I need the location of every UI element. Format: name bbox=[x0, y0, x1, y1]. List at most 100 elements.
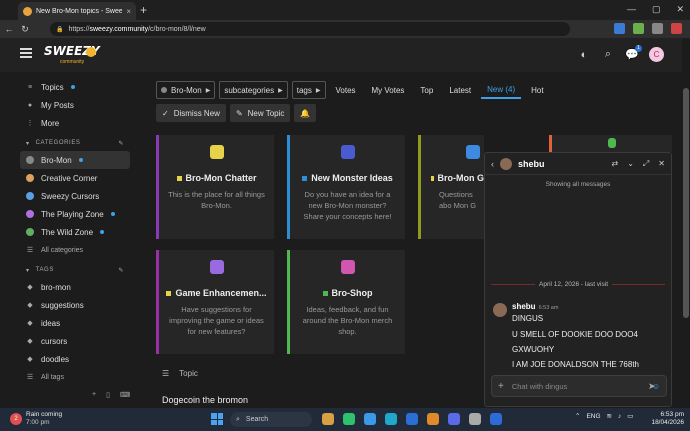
plus-icon[interactable]: + bbox=[498, 381, 504, 392]
app-icon[interactable] bbox=[490, 413, 502, 425]
phone-icon[interactable]: ▯ bbox=[106, 391, 110, 399]
threads-icon[interactable]: ⇄ bbox=[611, 159, 618, 169]
sidebar-item-topics[interactable]: ≡ Topics bbox=[20, 78, 130, 96]
windows-start-icon[interactable] bbox=[211, 413, 223, 425]
scrollbar-thumb[interactable] bbox=[683, 88, 689, 318]
topic-title-link[interactable]: Dogecoin the bromon bbox=[162, 395, 248, 405]
sidebar-item-more[interactable]: ⋮ More bbox=[20, 114, 130, 132]
app-icon[interactable] bbox=[448, 413, 460, 425]
avatar[interactable] bbox=[493, 303, 507, 317]
chat-header: ‹ shebu ⇄ ⌄ ⤢ ✕ bbox=[485, 153, 671, 175]
tags-dropdown[interactable]: tags ▶ bbox=[291, 81, 326, 99]
app-icon[interactable] bbox=[343, 413, 355, 425]
chat-input[interactable]: Chat with dingus bbox=[512, 382, 644, 391]
chat-icon[interactable]: 💬 1 bbox=[625, 44, 642, 62]
card-title-text: Bro-Mon G bbox=[437, 173, 485, 183]
extension-icon[interactable] bbox=[633, 23, 644, 34]
avatar[interactable] bbox=[500, 157, 512, 170]
sidebar-section-categories[interactable]: ▾ CATEGORIES ✎ bbox=[20, 135, 130, 151]
sidebar-all-tags[interactable]: ☰ All tags bbox=[20, 368, 130, 386]
theme-toggle-icon[interactable]: ◐ bbox=[577, 48, 591, 62]
category-card-game-enhancements[interactable]: Game Enhancemen... Have suggestions for … bbox=[156, 250, 274, 354]
app-icon[interactable] bbox=[406, 413, 418, 425]
sidebar-tag-doodles[interactable]: ◆ doodles bbox=[20, 350, 130, 368]
column-header[interactable]: Topic bbox=[179, 369, 198, 378]
url-field[interactable]: 🔒 https://sweezy.community/c/bro-mon/8/l… bbox=[50, 22, 570, 36]
weather-widget[interactable]: 2 Rain coming 7:00 pm bbox=[10, 411, 62, 427]
battery-icon[interactable]: ▭ bbox=[627, 412, 633, 420]
subcategories-dropdown[interactable]: subcategories ▶ bbox=[219, 81, 288, 99]
app-icon[interactable] bbox=[469, 413, 481, 425]
search-icon[interactable]: ⌕ bbox=[601, 48, 615, 62]
nav-latest[interactable]: Latest bbox=[443, 81, 477, 99]
taskbar-clock[interactable]: 6:53 pm 18/04/2026 bbox=[651, 411, 684, 428]
category-card-partial[interactable] bbox=[549, 135, 672, 152]
message-author[interactable]: shebu 6:53 am bbox=[512, 302, 558, 311]
category-card-bro-shop[interactable]: Bro-Shop Ideas, feedback, and fun around… bbox=[287, 250, 405, 354]
volume-icon[interactable]: ♪ bbox=[618, 413, 621, 420]
app-icon[interactable] bbox=[364, 413, 376, 425]
close-window-button[interactable]: ✕ bbox=[676, 4, 684, 15]
sidebar-item-label: More bbox=[41, 118, 60, 128]
sidebar-all-categories[interactable]: ☰ All categories bbox=[20, 241, 130, 259]
chevron-left-icon[interactable]: ‹ bbox=[491, 159, 494, 169]
reload-button[interactable]: ↻ bbox=[18, 24, 32, 35]
caret-right-icon: ▶ bbox=[205, 87, 211, 94]
notifications-button[interactable]: 🔔 bbox=[294, 104, 317, 122]
profile-icon[interactable] bbox=[671, 23, 682, 34]
nav-top[interactable]: Top bbox=[414, 81, 439, 99]
app-icon[interactable] bbox=[427, 413, 439, 425]
minimize-button[interactable]: — bbox=[627, 4, 636, 15]
category-dropdown[interactable]: Bro-Mon ▶ bbox=[156, 81, 216, 99]
nav-new[interactable]: New (4) bbox=[481, 81, 522, 99]
sidebar-item-my-posts[interactable]: ● My Posts bbox=[20, 96, 130, 114]
sidebar-tag-cursors[interactable]: ◆ cursors bbox=[20, 332, 130, 350]
category-card-bro-mon-g[interactable]: Bro-Mon G Questions abo Mon G bbox=[418, 135, 484, 239]
maximize-button[interactable]: ▢ bbox=[652, 4, 661, 15]
nav-hot[interactable]: Hot bbox=[525, 81, 549, 99]
user-avatar[interactable]: C bbox=[649, 47, 664, 62]
extension-icon[interactable] bbox=[652, 23, 663, 34]
category-card-chatter[interactable]: Bro-Mon Chatter This is the place for al… bbox=[156, 135, 274, 239]
collapse-icon[interactable]: ⌄ bbox=[627, 159, 634, 169]
sidebar-item-bro-mon[interactable]: Bro-Mon bbox=[20, 151, 130, 169]
chevron-up-icon[interactable]: ⌃ bbox=[575, 412, 580, 420]
page-scrollbar[interactable] bbox=[682, 38, 690, 408]
sidebar-item-creative-corner[interactable]: Creative Corner bbox=[20, 169, 130, 187]
language-indicator[interactable]: ENG bbox=[586, 413, 600, 420]
wifi-icon[interactable]: ≋ bbox=[607, 412, 612, 420]
card-title: Game Enhancemen... bbox=[159, 288, 274, 298]
expand-icon[interactable]: ⤢ bbox=[643, 159, 649, 169]
app-icon[interactable] bbox=[322, 413, 334, 425]
sidebar-item-sweezy-cursors[interactable]: Sweezy Cursors bbox=[20, 187, 130, 205]
sidebar-tag-suggestions[interactable]: ◆ suggestions bbox=[20, 296, 130, 314]
site-logo[interactable]: SWEEZY community bbox=[44, 44, 100, 66]
category-square-icon bbox=[176, 175, 182, 181]
close-icon[interactable]: ✕ bbox=[658, 159, 665, 169]
edge-icon[interactable] bbox=[385, 413, 397, 425]
edit-pencil-icon[interactable]: ✎ bbox=[118, 267, 124, 274]
new-tab-button[interactable]: + bbox=[140, 3, 147, 17]
sidebar-tag-bro-mon[interactable]: ◆ bro-mon bbox=[20, 278, 130, 296]
plus-icon[interactable]: + bbox=[92, 391, 96, 399]
category-card-monster-ideas[interactable]: New Monster Ideas Do you have an idea fo… bbox=[287, 135, 405, 239]
sidebar-tag-ideas[interactable]: ◆ ideas bbox=[20, 314, 130, 332]
taskbar-search[interactable]: ⌕ Search bbox=[230, 412, 312, 427]
browser-tab[interactable]: New Bro-Mon topics - Sweezy Co... × bbox=[18, 2, 136, 20]
new-topic-button[interactable]: ✎ New Topic bbox=[229, 104, 291, 122]
gear-icon bbox=[209, 260, 224, 274]
sidebar-section-tags[interactable]: ▾ TAGS ✎ bbox=[20, 262, 130, 278]
hamburger-menu-icon[interactable] bbox=[20, 48, 32, 58]
edit-pencil-icon[interactable]: ✎ bbox=[118, 140, 124, 147]
sidebar-item-playing-zone[interactable]: The Playing Zone bbox=[20, 205, 130, 223]
nav-votes[interactable]: Votes bbox=[330, 81, 362, 99]
chat-title[interactable]: shebu bbox=[518, 159, 605, 169]
send-icon[interactable]: ➤ bbox=[648, 381, 656, 392]
sidebar-item-wild-zone[interactable]: The Wild Zone bbox=[20, 223, 130, 241]
keyboard-icon[interactable]: ⌨ bbox=[120, 391, 130, 399]
extension-icon[interactable] bbox=[614, 23, 625, 34]
tab-close-button[interactable]: × bbox=[126, 7, 131, 16]
back-button[interactable]: ← bbox=[2, 24, 16, 34]
dismiss-new-button[interactable]: ✓ Dismiss New bbox=[156, 104, 226, 122]
nav-my-votes[interactable]: My Votes bbox=[366, 81, 411, 99]
